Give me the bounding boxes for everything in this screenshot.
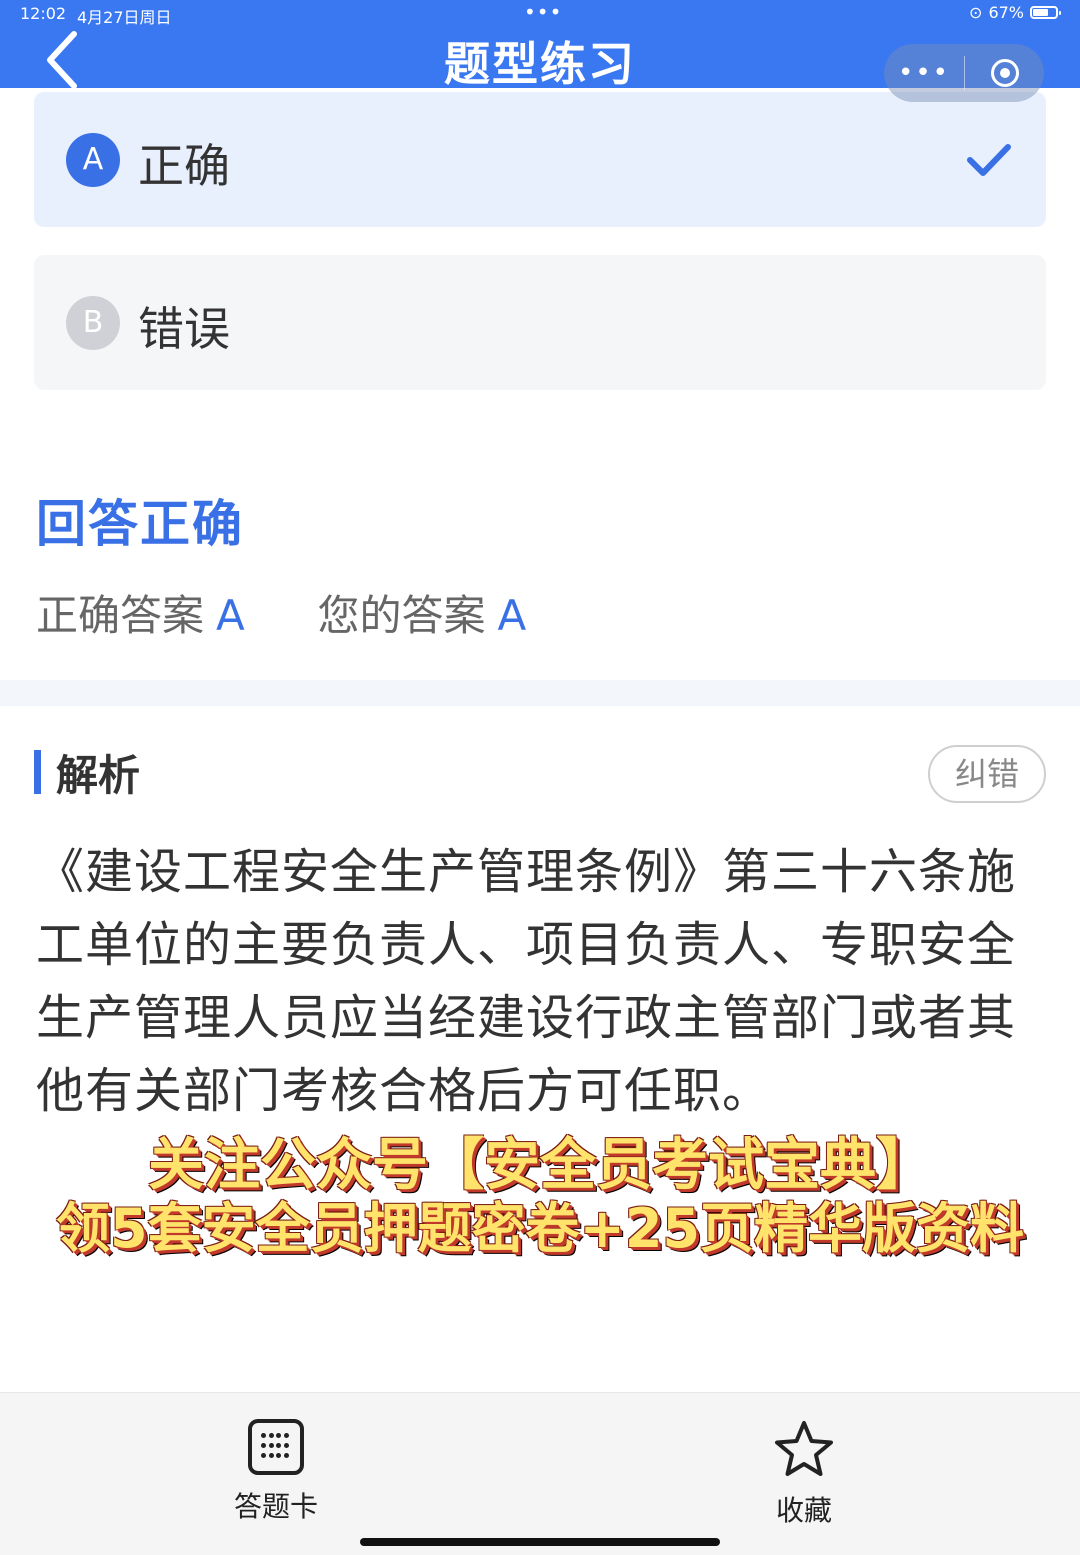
status-date: 4月27日周日 [77,8,172,27]
check-icon [967,144,1011,176]
your-answer-label: 您的答案 [317,591,486,640]
grid-icon [248,1419,304,1475]
your-answer-value: A [497,591,527,640]
star-icon [775,1421,833,1476]
multitask-dots-icon[interactable]: ••• [524,0,562,24]
app-header: 12:02 4月27日周日 ••• ⊙ 67% 题型练习 ••• [0,0,1080,102]
favorite-button[interactable]: 收藏 [734,1419,874,1529]
option-text: 正确 [138,139,230,193]
option-b[interactable]: B 错误 [34,255,1046,390]
correct-answer-value: A [216,591,245,640]
status-indicators: ⊙ 67% [969,3,1061,22]
miniprogram-capsule: ••• [884,44,1044,102]
result-title: 回答正确 [36,495,244,553]
option-text: 错误 [138,302,230,356]
answer-summary: 正确答案 A 您的答案 A [36,582,526,643]
home-indicator[interactable] [360,1538,720,1546]
battery-icon [1030,6,1061,19]
report-error-button[interactable]: 纠错 [928,745,1046,803]
target-icon [990,59,1019,87]
bottom-toolbar: 答题卡 收藏 [0,1392,1080,1555]
more-icon[interactable]: ••• [884,58,964,88]
section-divider [0,680,1080,706]
analysis-title: 解析 [56,751,141,800]
close-miniprogram-button[interactable] [965,59,1044,87]
option-letter: B [66,296,120,350]
answer-card-button[interactable]: 答题卡 [206,1419,346,1525]
promo-line-2: 领5套安全员押题密卷+25页精华版资料 [56,1197,1024,1260]
section-accent-bar [34,750,41,794]
status-time: 12:02 [20,4,67,23]
analysis-text: 《建设工程安全生产管理条例》第三十六条施工单位的主要负责人、项目负责人、专职安全… [36,844,1017,1119]
correct-answer-label: 正确答案 [36,591,205,640]
battery-percent: 67% [988,3,1024,22]
favorite-label: 收藏 [775,1494,832,1527]
option-letter: A [66,133,120,187]
link-icon: ⊙ [969,3,983,22]
option-a[interactable]: A 正确 [34,92,1046,227]
answer-card-label: 答题卡 [233,1490,318,1523]
